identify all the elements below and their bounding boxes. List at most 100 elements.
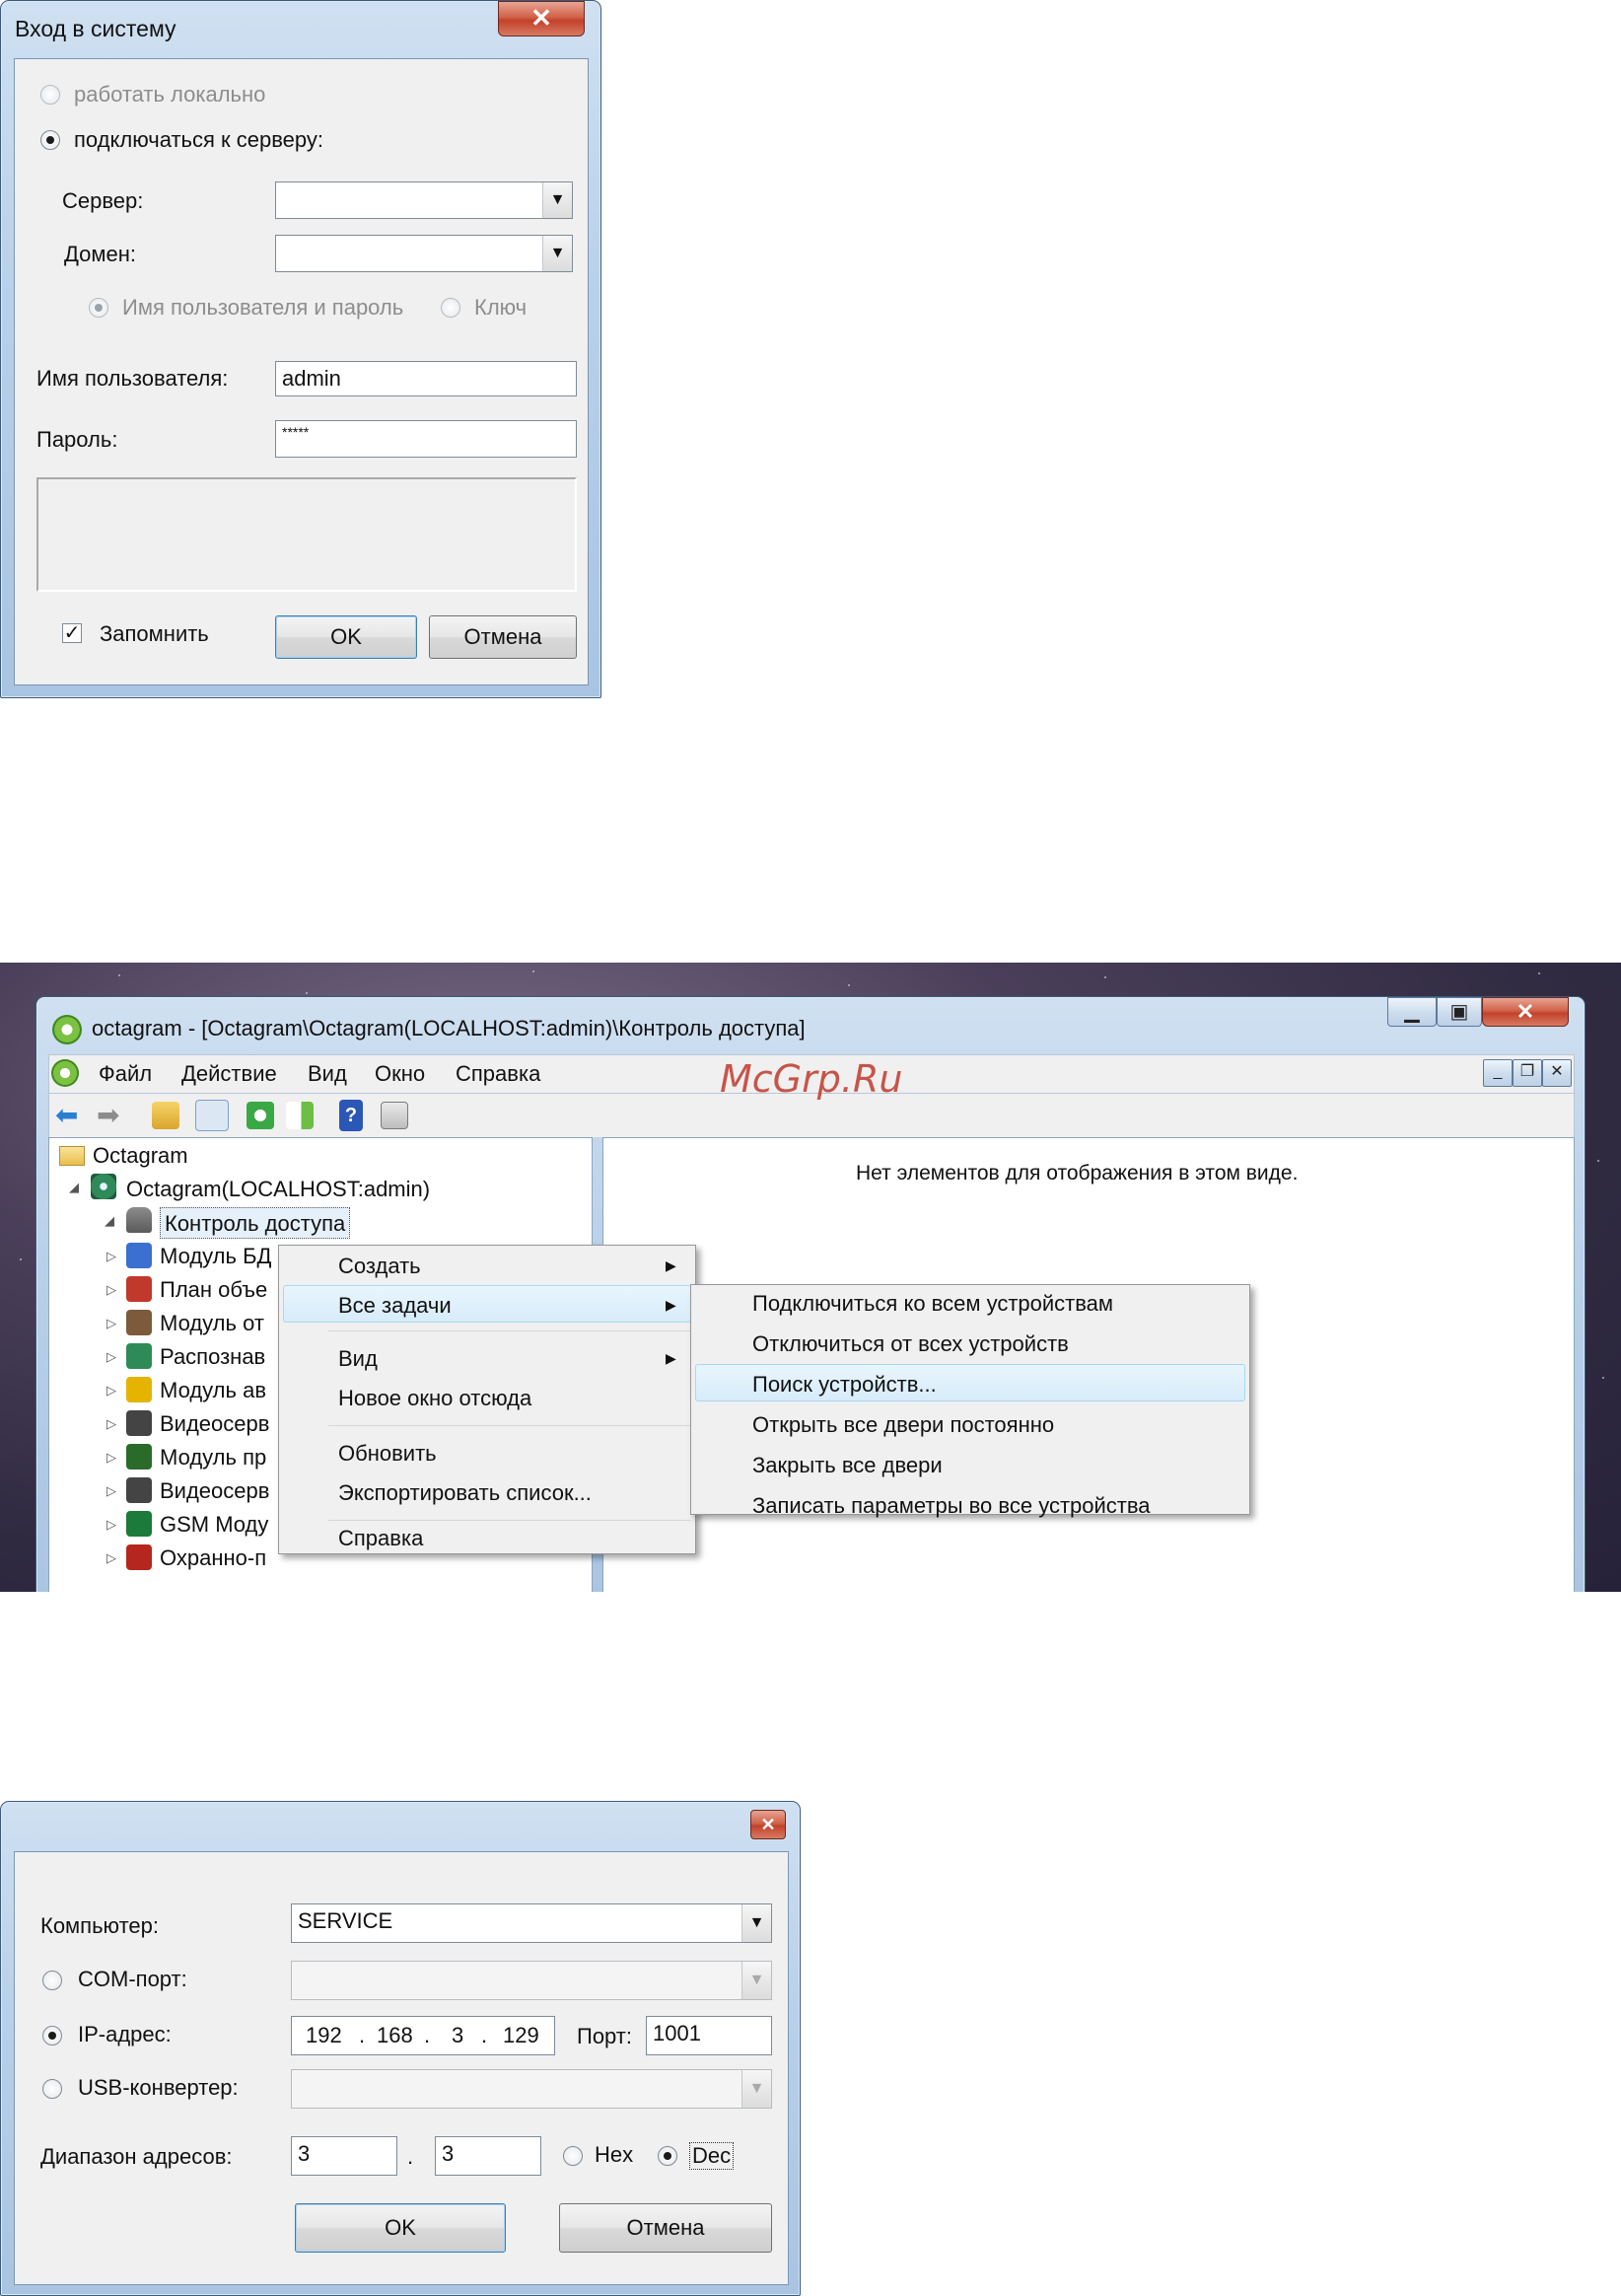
collapsed-icon[interactable]: ▷ bbox=[106, 1383, 116, 1399]
tree-item[interactable]: Видеосерв bbox=[160, 1408, 269, 1440]
ctx-all-tasks[interactable]: Все задачи bbox=[338, 1293, 452, 1319]
usb-combobox[interactable]: ▼ bbox=[291, 2069, 772, 2109]
login-ok-button[interactable]: OK bbox=[275, 615, 417, 659]
chevron-down-icon[interactable]: ▼ bbox=[741, 1904, 771, 1942]
child-restore-button[interactable]: ❐ bbox=[1513, 1059, 1542, 1087]
com-combobox[interactable]: ▼ bbox=[291, 1961, 772, 2000]
chevron-down-icon[interactable]: ▼ bbox=[542, 236, 572, 271]
tree-item[interactable]: Модуль от bbox=[160, 1308, 264, 1339]
collapsed-icon[interactable]: ▷ bbox=[106, 1450, 116, 1466]
ip-octet-3[interactable]: 3 bbox=[452, 2021, 463, 2050]
properties-icon[interactable] bbox=[381, 1102, 408, 1129]
search-close-button[interactable]: ✕ bbox=[750, 1810, 786, 1839]
search-ok-button[interactable]: OK bbox=[295, 2203, 506, 2253]
auth-userpass-radio[interactable] bbox=[89, 298, 108, 318]
submenu-item[interactable]: Поиск устройств... bbox=[752, 1372, 937, 1398]
submenu-item[interactable]: Закрыть все двери bbox=[752, 1453, 943, 1478]
collapsed-icon[interactable]: ▷ bbox=[106, 1316, 116, 1331]
expanded-icon[interactable]: ◢ bbox=[69, 1180, 79, 1195]
menu-view[interactable]: Вид bbox=[308, 1061, 347, 1087]
search-cancel-button[interactable]: Отмена bbox=[559, 2203, 772, 2253]
ctx-view[interactable]: Вид bbox=[338, 1346, 378, 1372]
export-icon[interactable] bbox=[286, 1102, 314, 1129]
child-minimize-button[interactable]: _ bbox=[1483, 1059, 1513, 1087]
collapsed-icon[interactable]: ▷ bbox=[106, 1550, 116, 1566]
menu-file[interactable]: Файл bbox=[99, 1061, 152, 1087]
ip-radio[interactable] bbox=[42, 2026, 62, 2045]
show-tree-icon[interactable] bbox=[195, 1100, 229, 1131]
ctx-create[interactable]: Создать bbox=[338, 1254, 421, 1279]
minimize-button[interactable]: ▁ bbox=[1387, 997, 1437, 1027]
ip-label: IP-адрес: bbox=[78, 2022, 172, 2046]
menu-action[interactable]: Действие bbox=[181, 1061, 277, 1087]
tree-item[interactable]: Охранно-п bbox=[160, 1543, 266, 1574]
chevron-down-icon[interactable]: ▼ bbox=[741, 2070, 771, 2108]
submenu-item[interactable]: Подключиться ко всем устройствам bbox=[752, 1291, 1113, 1317]
context-menu: Создать ▶ Все задачи ▶ Вид ▶ Новое окно … bbox=[278, 1245, 696, 1554]
menu-separator bbox=[328, 1425, 691, 1426]
submenu-item[interactable]: Записать параметры во все устройства bbox=[752, 1493, 1151, 1519]
tree-root[interactable]: Octagram bbox=[93, 1140, 188, 1172]
range-separator: . bbox=[407, 2144, 414, 2169]
tree-item[interactable]: GSM Моду bbox=[160, 1509, 268, 1541]
chevron-down-icon[interactable]: ▼ bbox=[542, 182, 572, 218]
tree-item[interactable]: Видеосерв bbox=[160, 1475, 269, 1507]
port-input[interactable]: 1001 bbox=[646, 2016, 772, 2055]
app-close-button[interactable]: ✕ bbox=[1482, 997, 1569, 1027]
arrow-right-icon[interactable]: ➡ bbox=[97, 1102, 119, 1129]
child-close-button[interactable]: ✕ bbox=[1542, 1059, 1572, 1087]
ctx-help[interactable]: Справка bbox=[338, 1526, 423, 1551]
ctx-refresh[interactable]: Обновить bbox=[338, 1441, 437, 1467]
arrow-left-icon[interactable]: ⬅ bbox=[55, 1102, 78, 1129]
chevron-down-icon[interactable]: ▼ bbox=[741, 1962, 771, 1999]
login-close-button[interactable]: ✕ bbox=[498, 1, 585, 36]
mode-server-radio[interactable] bbox=[40, 130, 60, 150]
collapsed-icon[interactable]: ▷ bbox=[106, 1249, 116, 1264]
ctx-new-window[interactable]: Новое окно отсюда bbox=[338, 1386, 531, 1411]
hex-radio[interactable] bbox=[563, 2146, 583, 2166]
menu-help[interactable]: Справка bbox=[456, 1061, 540, 1087]
collapsed-icon[interactable]: ▷ bbox=[106, 1349, 116, 1365]
domain-combobox[interactable]: ▼ bbox=[275, 235, 573, 272]
message-area bbox=[36, 477, 577, 592]
ip-octet-1[interactable]: 192 bbox=[306, 2021, 342, 2050]
tree-item[interactable]: Модуль пр bbox=[160, 1442, 266, 1473]
computer-combobox[interactable]: SERVICE ▼ bbox=[291, 1903, 772, 1943]
range-from-input[interactable]: 3 bbox=[291, 2136, 397, 2176]
help-icon[interactable]: ? bbox=[339, 1100, 363, 1131]
tree-server[interactable]: Octagram(LOCALHOST:admin) bbox=[126, 1174, 430, 1205]
ctx-export[interactable]: Экспортировать список... bbox=[338, 1480, 592, 1506]
ip-octet-2[interactable]: 168 bbox=[377, 2021, 413, 2050]
username-input[interactable]: admin bbox=[275, 361, 577, 396]
usb-radio[interactable] bbox=[42, 2079, 62, 2099]
tree-item[interactable]: Модуль ав bbox=[160, 1375, 266, 1406]
folder-up-icon[interactable] bbox=[152, 1102, 179, 1129]
maximize-button[interactable]: ▣ bbox=[1437, 997, 1482, 1027]
menu-window[interactable]: Окно bbox=[375, 1061, 425, 1087]
submenu-item[interactable]: Отключиться от всех устройств bbox=[752, 1331, 1069, 1357]
expanded-icon[interactable]: ◢ bbox=[105, 1213, 114, 1229]
module-icon bbox=[126, 1343, 152, 1369]
tree-item[interactable]: Модуль БД bbox=[160, 1241, 271, 1272]
collapsed-icon[interactable]: ▷ bbox=[106, 1282, 116, 1298]
submenu-item[interactable]: Открыть все двери постоянно bbox=[752, 1412, 1054, 1438]
refresh-icon[interactable] bbox=[247, 1102, 274, 1129]
ip-octet-4[interactable]: 129 bbox=[503, 2021, 539, 2050]
password-input[interactable]: ***** bbox=[275, 420, 577, 458]
com-radio[interactable] bbox=[42, 1971, 62, 1990]
collapsed-icon[interactable]: ▷ bbox=[106, 1517, 116, 1533]
dec-radio[interactable] bbox=[658, 2146, 677, 2166]
range-to-input[interactable]: 3 bbox=[435, 2136, 541, 2176]
ip-address-input[interactable]: 192 . 168 . 3 . 129 bbox=[291, 2016, 555, 2055]
tree-access-control[interactable]: Контроль доступа bbox=[160, 1207, 351, 1239]
auth-key-radio[interactable] bbox=[441, 298, 460, 318]
collapsed-icon[interactable]: ▷ bbox=[106, 1483, 116, 1499]
tree-item[interactable]: План объе bbox=[160, 1274, 267, 1306]
login-window: Вход в систему ✕ работать локально подкл… bbox=[0, 0, 601, 698]
mode-local-radio[interactable] bbox=[40, 85, 60, 105]
tree-item[interactable]: Распознав bbox=[160, 1341, 265, 1373]
remember-checkbox[interactable]: ✓ bbox=[62, 623, 82, 643]
server-combobox[interactable]: ▼ bbox=[275, 181, 573, 219]
login-cancel-button[interactable]: Отмена bbox=[429, 615, 577, 659]
collapsed-icon[interactable]: ▷ bbox=[106, 1416, 116, 1432]
